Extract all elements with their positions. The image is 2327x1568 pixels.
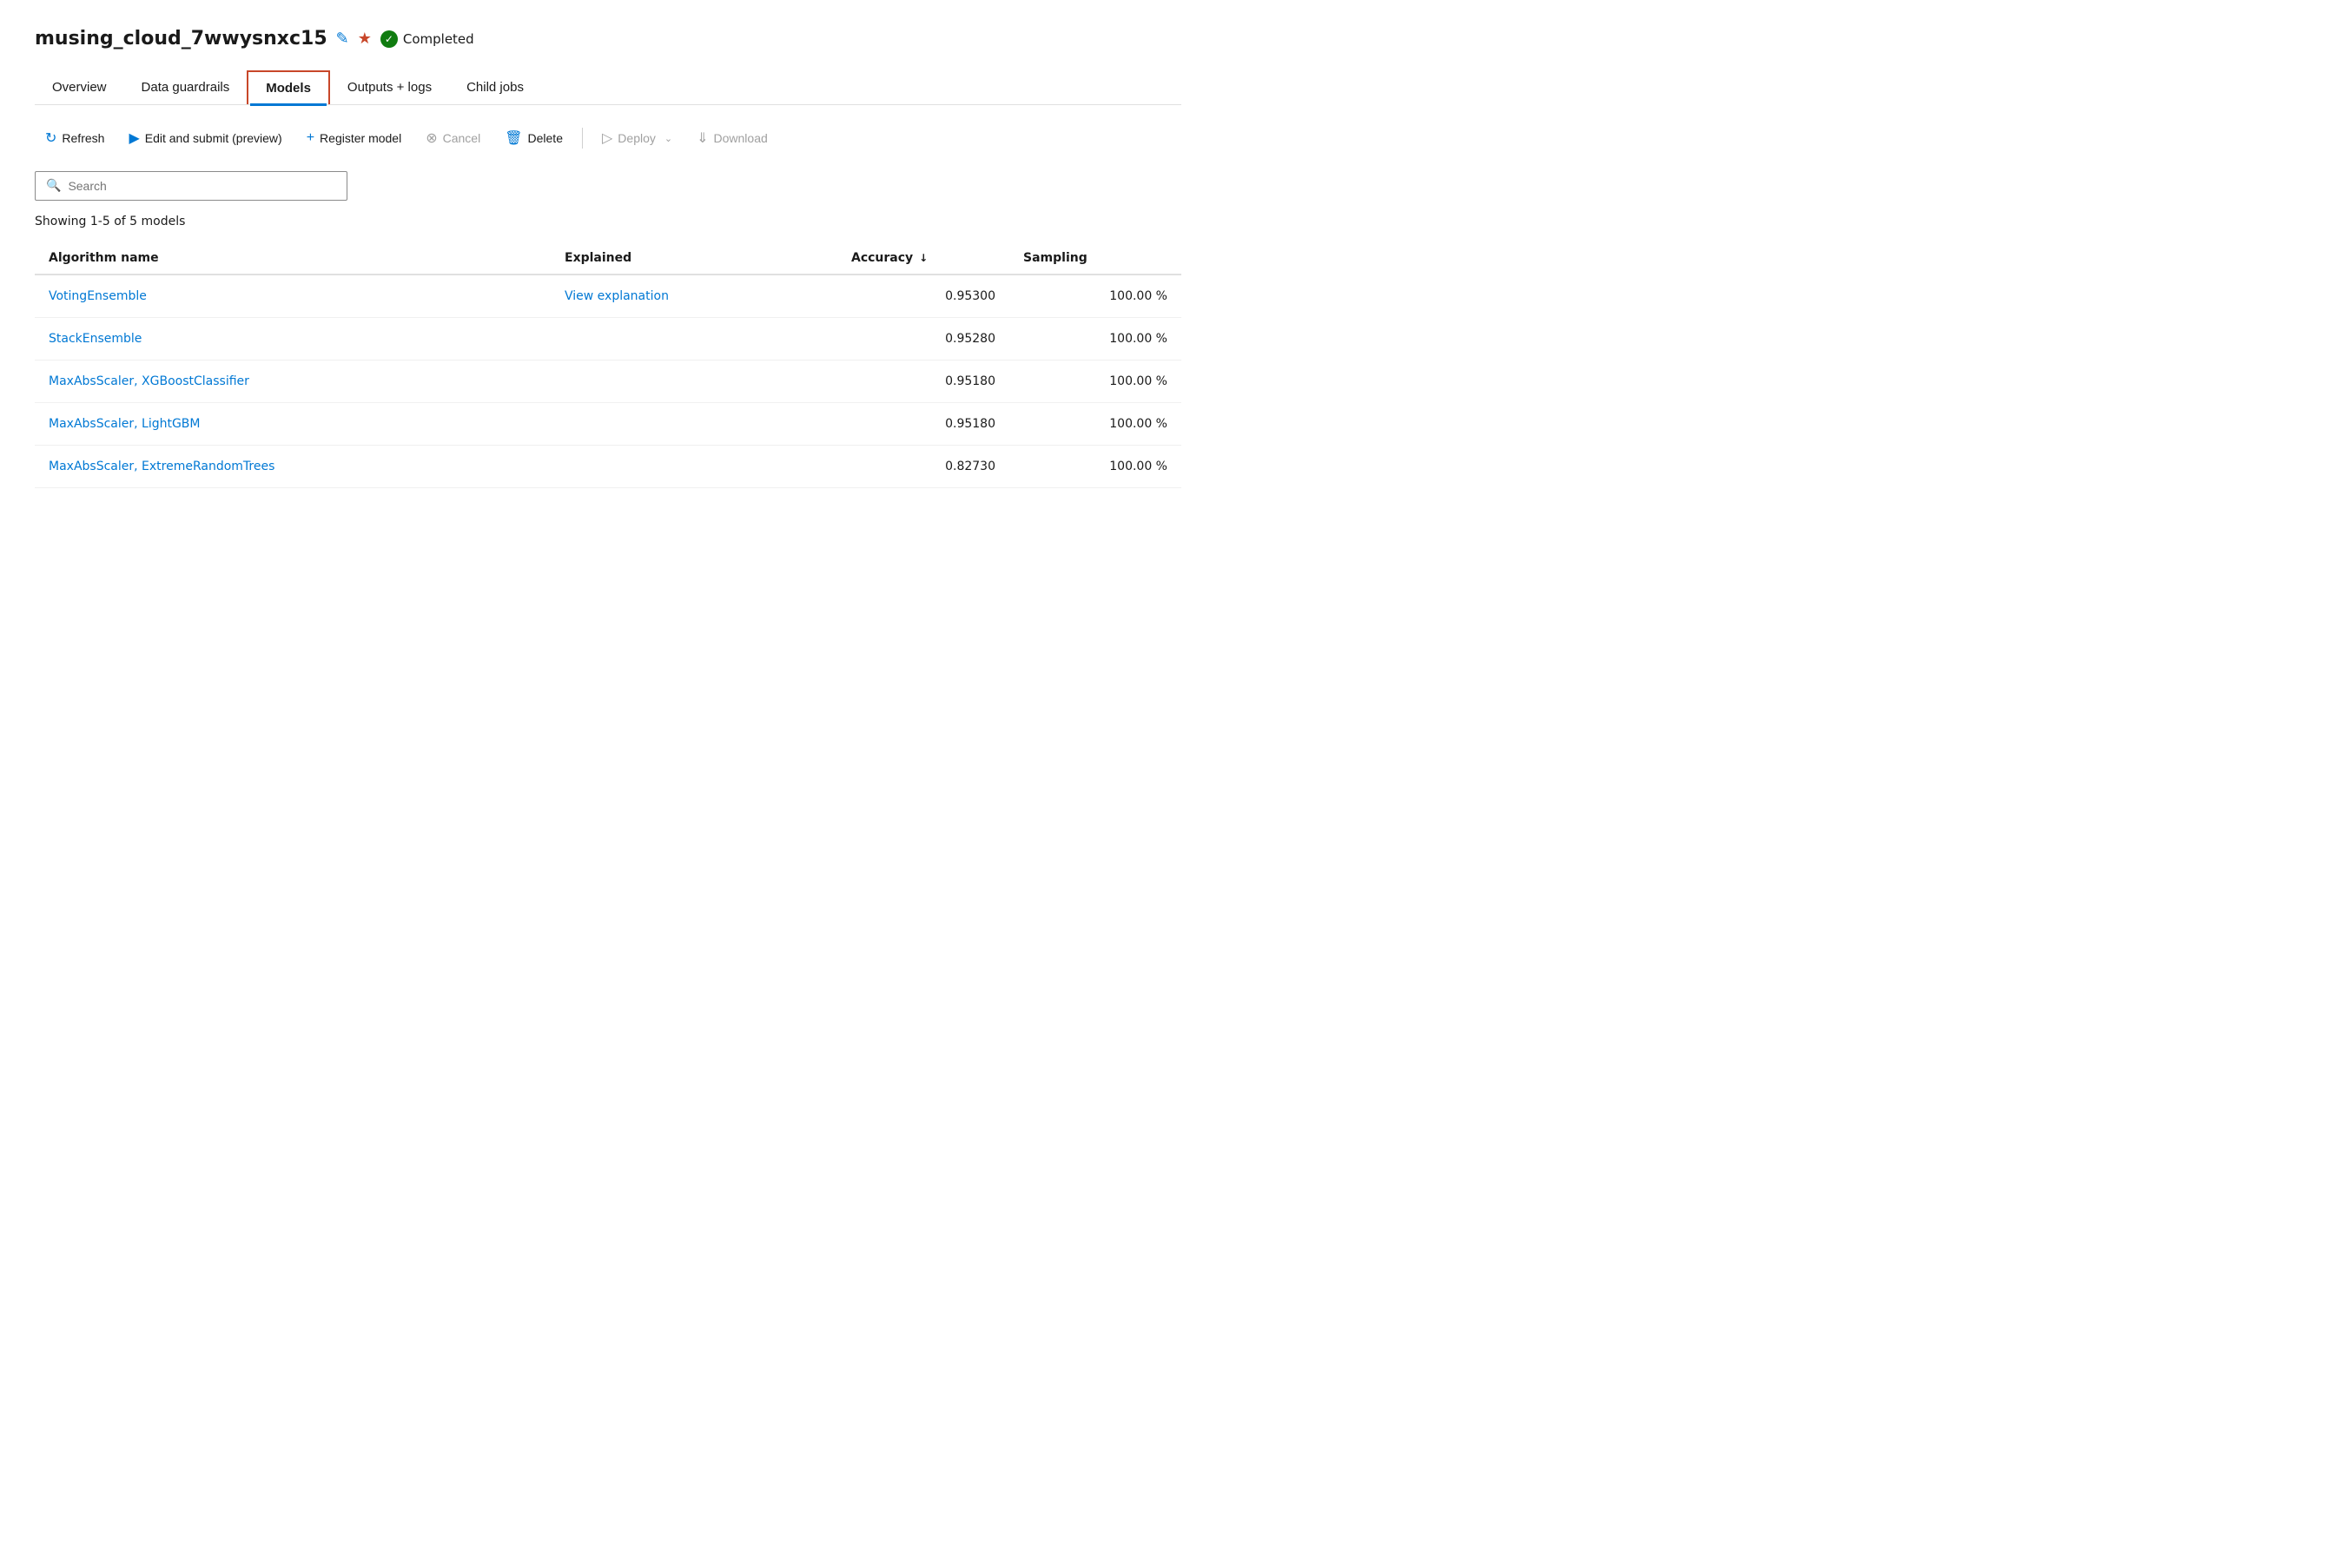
play-circle-icon: ▶ [129, 129, 139, 147]
favorite-icon[interactable]: ★ [358, 30, 372, 48]
page-title: musing_cloud_7wwysnxc15 [35, 28, 327, 50]
deploy-button[interactable]: ▷ Deploy ⌄ [592, 122, 683, 154]
plus-icon: + [307, 130, 314, 146]
col-header-algorithm: Algorithm name [35, 242, 551, 275]
status-badge: ✓ Completed [380, 30, 474, 48]
algorithm-link[interactable]: StackEnsemble [49, 332, 142, 346]
models-table: Algorithm name Explained Accuracy ↓ Samp… [35, 242, 1181, 488]
edit-submit-button[interactable]: ▶ Edit and submit (preview) [118, 122, 292, 154]
algorithm-link[interactable]: MaxAbsScaler, XGBoostClassifier [49, 374, 249, 388]
table-row: MaxAbsScaler, LightGBM 0.95180100.00 % [35, 403, 1181, 446]
table-row: MaxAbsScaler, XGBoostClassifier 0.9518010… [35, 361, 1181, 403]
sort-arrow-icon: ↓ [919, 252, 928, 264]
sampling-value: 100.00 % [1009, 275, 1181, 318]
table-row: StackEnsemble 0.95280100.00 % [35, 318, 1181, 361]
refresh-icon: ↻ [45, 129, 56, 147]
sampling-value: 100.00 % [1009, 403, 1181, 446]
table-row: VotingEnsemble View explanation 0.95300100… [35, 275, 1181, 318]
edit-icon[interactable]: ✎ [336, 30, 349, 48]
toolbar-separator [582, 128, 583, 149]
col-header-explained: Explained [551, 242, 837, 275]
tab-models[interactable]: Models [247, 70, 330, 104]
col-header-accuracy[interactable]: Accuracy ↓ [837, 242, 1009, 275]
download-button[interactable]: ⇓ Download [686, 122, 778, 154]
table-row: MaxAbsScaler, ExtremeRandomTrees 0.827301… [35, 446, 1181, 488]
sampling-value: 100.00 % [1009, 361, 1181, 403]
accuracy-value: 0.95300 [837, 275, 1009, 318]
search-input-wrapper: 🔍 [35, 171, 347, 201]
sampling-value: 100.00 % [1009, 446, 1181, 488]
tab-outputs-logs[interactable]: Outputs + logs [330, 70, 449, 104]
refresh-button[interactable]: ↻ Refresh [35, 122, 115, 154]
sampling-value: 100.00 % [1009, 318, 1181, 361]
status-label: Completed [403, 31, 474, 47]
tabs-navigation: Overview Data guardrails Models Outputs … [35, 70, 1181, 105]
chevron-down-icon: ⌄ [664, 133, 672, 144]
register-model-button[interactable]: + Register model [296, 123, 413, 153]
accuracy-value: 0.95280 [837, 318, 1009, 361]
search-icon: 🔍 [46, 179, 61, 193]
delete-button[interactable]: 🗑 Delete [494, 122, 573, 154]
cancel-button[interactable]: ⊗ Cancel [415, 122, 491, 154]
cancel-icon: ⊗ [426, 129, 437, 147]
download-icon: ⇓ [697, 129, 708, 147]
tab-data-guardrails[interactable]: Data guardrails [124, 70, 248, 104]
accuracy-value: 0.95180 [837, 403, 1009, 446]
deploy-icon: ▷ [602, 129, 612, 147]
tab-overview[interactable]: Overview [35, 70, 124, 104]
accuracy-value: 0.82730 [837, 446, 1009, 488]
status-completed-icon: ✓ [380, 30, 398, 48]
algorithm-link[interactable]: MaxAbsScaler, ExtremeRandomTrees [49, 460, 274, 473]
accuracy-value: 0.95180 [837, 361, 1009, 403]
algorithm-link[interactable]: VotingEnsemble [49, 289, 147, 303]
results-count: Showing 1-5 of 5 models [35, 215, 1181, 228]
tab-child-jobs[interactable]: Child jobs [449, 70, 541, 104]
delete-icon: 🗑 [505, 129, 522, 147]
search-input[interactable] [68, 179, 336, 193]
algorithm-link[interactable]: MaxAbsScaler, LightGBM [49, 417, 201, 431]
col-header-sampling: Sampling [1009, 242, 1181, 275]
toolbar: ↻ Refresh ▶ Edit and submit (preview) + … [35, 122, 1181, 154]
table-header-row: Algorithm name Explained Accuracy ↓ Samp… [35, 242, 1181, 275]
view-explanation-link[interactable]: View explanation [565, 289, 669, 303]
search-container: 🔍 [35, 171, 1181, 201]
